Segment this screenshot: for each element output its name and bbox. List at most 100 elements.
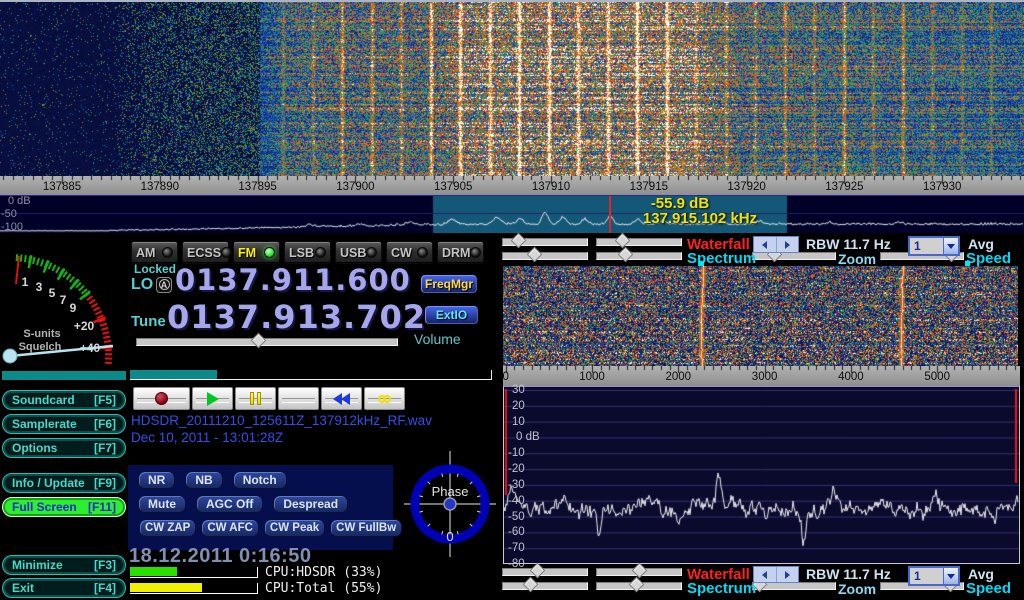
side-button-minimize[interactable]: Minimize[F3] <box>2 555 126 575</box>
pause-button[interactable] <box>235 387 276 410</box>
dsp-button-agc-off[interactable]: AGC Off <box>196 495 263 513</box>
spectrum-view-label[interactable]: Spectrum <box>687 250 756 267</box>
volume-slider[interactable] <box>136 338 398 346</box>
mode-button-am[interactable]: AM <box>131 241 178 264</box>
extio-button[interactable]: ExtIO <box>425 306 478 324</box>
mode-button-drm[interactable]: DRM <box>437 241 484 264</box>
dsp-button-despread[interactable]: Despread <box>273 495 348 513</box>
cpu-total-text: CPU:Total (55%) <box>265 581 382 596</box>
squelch-level-bar[interactable] <box>2 371 126 380</box>
db-axis-label: -10 <box>508 447 525 459</box>
dsp-button-cw-fullbw[interactable]: CW FullBw <box>330 519 402 537</box>
db-axis-label: -50 <box>508 511 525 523</box>
play-button[interactable] <box>192 387 233 410</box>
mode-led <box>315 247 326 258</box>
top-divider <box>0 0 1024 2</box>
slider-thumb[interactable] <box>629 577 645 593</box>
audio-spectrum-display[interactable]: 3020100 dB-10-20-30-40-50-60-70-80 <box>503 386 1020 564</box>
loop-button[interactable] <box>364 387 405 410</box>
dropdown-arrow-button[interactable] <box>943 238 958 254</box>
side-button-key: [F3] <box>94 558 116 572</box>
side-button-full-screen[interactable]: Full Screen[F11] <box>2 497 126 517</box>
spectrum-slider-b[interactable] <box>596 582 682 590</box>
s-meter-tick-label: 9 <box>70 301 77 315</box>
spinner-decrease-button[interactable] <box>754 237 777 252</box>
avg-select-value: 1 <box>910 568 943 584</box>
avg-select[interactable]: 1 <box>908 236 960 256</box>
side-button-info-update[interactable]: Info / Update[F9] <box>2 473 126 493</box>
dsp-button-mute[interactable]: Mute <box>138 495 186 513</box>
slider-thumb[interactable] <box>523 577 539 593</box>
hz-scale-label: 1000 <box>579 371 605 383</box>
arrow-right-icon <box>785 241 790 249</box>
spectrum-slider-a[interactable] <box>502 582 588 590</box>
spinner-increase-button[interactable] <box>777 567 799 582</box>
spinner-decrease-button[interactable] <box>754 567 777 582</box>
side-button-options[interactable]: Options[F7] <box>2 438 126 458</box>
stop-button[interactable] <box>278 387 319 410</box>
mode-selector: AMECSSFMLSB USB CWDRM <box>131 241 484 264</box>
side-button-soundcard[interactable]: Soundcard[F5] <box>2 390 126 410</box>
rbw-spinner[interactable] <box>753 236 799 253</box>
record-button[interactable] <box>133 387 190 410</box>
side-button-label: Soundcard <box>12 393 75 407</box>
dsp-button-nb[interactable]: NB <box>185 471 222 489</box>
dsp-button-notch[interactable]: Notch <box>233 471 287 489</box>
dsp-button-cw-zap[interactable]: CW ZAP <box>139 519 196 537</box>
mode-led <box>162 247 173 258</box>
slider-thumb[interactable] <box>530 563 546 579</box>
dsp-button-cw-peak[interactable]: CW Peak <box>264 519 325 537</box>
rewind-button[interactable] <box>321 387 362 410</box>
dropdown-arrow-button[interactable] <box>943 568 958 584</box>
s-units-label: S-units <box>23 328 60 340</box>
right-controls-bottom: WaterfallSpectrumRBW 11.7 HzZoomAvgSpeed… <box>500 566 1024 596</box>
mode-button-label: USB <box>340 246 366 260</box>
waterfall-slider-a[interactable] <box>502 568 588 576</box>
side-button-samplerate[interactable]: Samplerate[F6] <box>2 414 126 434</box>
waterfall-slider-a[interactable] <box>502 238 588 246</box>
main-frequency-scale[interactable]: 1378851378901378951379001379051379101379… <box>0 176 1024 195</box>
spectrum-view-label[interactable]: Spectrum <box>687 580 756 597</box>
mode-button-cw[interactable]: CW <box>386 241 433 264</box>
waterfall-slider-b[interactable] <box>596 568 682 576</box>
side-button-exit[interactable]: Exit[F4] <box>2 578 126 598</box>
s-meter[interactable]: 1 3 5 7 9 +20 +40 S-units Squelch <box>2 240 124 368</box>
slider-thumb[interactable] <box>618 247 634 263</box>
mode-button-fm[interactable]: FM <box>233 241 280 264</box>
slider-thumb[interactable] <box>527 247 543 263</box>
dsp-button-cw-afc[interactable]: CW AFC <box>201 519 259 537</box>
band-marker-icon <box>965 261 970 266</box>
zoom-slider[interactable] <box>752 252 836 260</box>
mode-button-usb[interactable]: USB <box>335 241 382 264</box>
main-waterfall-display[interactable] <box>0 0 1024 176</box>
tune-frequency-display[interactable]: 0137.913.702 <box>167 301 426 333</box>
spinner-increase-button[interactable] <box>777 237 799 252</box>
speed-label: Speed <box>966 580 1011 597</box>
slider-thumb[interactable] <box>632 563 648 579</box>
audio-frequency-scale[interactable]: 010002000300040005000 <box>503 366 1020 386</box>
phase-dot <box>444 498 456 510</box>
mode-button-ecss[interactable]: ECSS <box>182 241 229 264</box>
recorder-controls <box>133 387 405 410</box>
lo-frequency-display[interactable]: 0137.911.600 <box>175 266 411 295</box>
freq-scale-label: 137930 <box>923 181 961 193</box>
slider-thumb[interactable] <box>511 233 527 249</box>
audio-waterfall-display[interactable] <box>503 266 1018 366</box>
waterfall-slider-b[interactable] <box>596 238 682 246</box>
slider-thumb[interactable] <box>615 233 631 249</box>
spectrum-slider-b[interactable] <box>596 252 682 260</box>
db-axis-label: 0 dB <box>516 431 540 443</box>
db-axis-label: -40 <box>508 495 525 507</box>
lo-lock-button[interactable]: A <box>156 277 172 293</box>
zoom-slider[interactable] <box>752 582 836 590</box>
spectrum-slider-a[interactable] <box>502 252 588 260</box>
freq-scale-label: 137890 <box>141 181 179 193</box>
dsp-button-nr[interactable]: NR <box>138 471 175 489</box>
avg-select[interactable]: 1 <box>908 566 960 586</box>
main-spectrum-strip[interactable]: 0 dB-50-100 -55.9 dB 137.915.102 kHz <box>0 195 1024 232</box>
mode-button-lsb[interactable]: LSB <box>284 241 331 264</box>
hz-scale-label: 4000 <box>838 371 864 383</box>
rbw-spinner[interactable] <box>753 566 799 583</box>
freqmgr-button[interactable]: FreqMgr <box>421 275 477 293</box>
dsp-row: CW ZAP CW AFC CW Peak CW FullBw <box>128 519 402 538</box>
